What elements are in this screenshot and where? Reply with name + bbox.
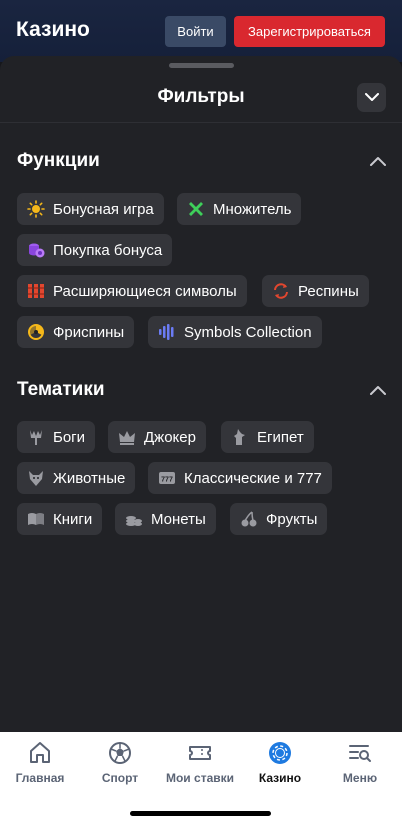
chip-expanding-symbols[interactable]: Расширяющиеся символы (17, 275, 247, 307)
respin-icon (272, 282, 290, 300)
soccer-ball-icon (109, 742, 131, 764)
chip-label: Бонусная игра (53, 200, 154, 218)
coins-bonus-icon (27, 241, 45, 259)
chip-classic-777[interactable]: 777 Классические и 777 (148, 462, 332, 494)
screen: Казино Войти Зарегистрироваться Фильтры … (0, 0, 402, 824)
coins-icon (125, 510, 143, 528)
chip-books[interactable]: Книги (17, 503, 103, 535)
chip-respins[interactable]: Респины (262, 275, 369, 307)
header-divider (0, 122, 402, 123)
ticket-icon (189, 746, 211, 760)
sun-icon (27, 200, 45, 218)
trident-icon (27, 428, 45, 446)
chip-label: Монеты (151, 510, 206, 528)
sheet-collapse-button[interactable] (357, 83, 386, 112)
book-icon (27, 510, 45, 528)
tab-sport[interactable]: Спорт (80, 740, 160, 788)
slot-777-icon: 777 (158, 469, 176, 487)
chevron-up-icon[interactable] (369, 384, 387, 396)
symbols-collection-icon (158, 323, 176, 341)
tab-label: Казино (258, 771, 302, 785)
multiplier-x-icon (187, 200, 205, 218)
casino-chip-icon (269, 742, 291, 764)
chip-label: Животные (53, 469, 126, 487)
chip-label: Множитель (213, 200, 292, 218)
chip-coins[interactable]: Монеты (115, 503, 216, 535)
top-header: Казино Войти Зарегистрироваться (0, 0, 402, 62)
chip-label: Египет (257, 428, 304, 446)
chip-label: Респины (298, 282, 359, 300)
sheet-title: Фильтры (157, 86, 245, 107)
chip-label: Symbols Collection (184, 323, 312, 341)
chip-label: Расширяющиеся символы (53, 282, 237, 300)
wolf-icon (27, 469, 45, 487)
chevron-down-icon (364, 93, 379, 101)
tab-label: Меню (342, 771, 378, 785)
chip-label: Покупка бонуса (53, 241, 163, 259)
tab-casino[interactable]: Казино (240, 740, 320, 788)
anubis-icon (231, 428, 249, 446)
chip-multiplier[interactable]: Множитель (177, 193, 302, 225)
chip-bonus-game[interactable]: Бонусная игра (17, 193, 164, 225)
home-icon (30, 742, 50, 763)
svg-text:777: 777 (161, 477, 173, 484)
chip-label: Фриспины (53, 323, 125, 341)
sheet-grabber[interactable] (169, 63, 234, 68)
page-title: Казино (16, 18, 90, 41)
chip-joker[interactable]: Джокер (108, 421, 206, 453)
chip-symbols-collection[interactable]: Symbols Collection (148, 316, 322, 348)
menu-search-icon (349, 745, 371, 762)
tab-my-bets[interactable]: Мои ставки (160, 740, 240, 788)
tab-home[interactable]: Главная (0, 740, 80, 788)
chip-fruits[interactable]: Фрукты (230, 503, 328, 535)
chip-animals[interactable]: Животные (17, 462, 136, 494)
themes-section-title: Тематики (17, 379, 105, 400)
chevron-up-icon[interactable] (369, 155, 387, 167)
crown-icon (118, 428, 136, 446)
chip-bonus-buy[interactable]: Покупка бонуса (17, 234, 173, 266)
chip-freespins[interactable]: Фриспины (17, 316, 135, 348)
home-indicator (130, 811, 271, 816)
filters-sheet: Фильтры Функции Бонусная игра Множитель … (0, 56, 402, 732)
register-button[interactable]: Зарегистрироваться (234, 16, 385, 47)
chip-label: Джокер (144, 428, 196, 446)
tab-label: Мои ставки (165, 771, 235, 785)
login-button[interactable]: Войти (165, 16, 226, 47)
chip-gods[interactable]: Боги (17, 421, 96, 453)
tab-menu[interactable]: Меню (320, 740, 400, 788)
chip-label: Книги (53, 510, 93, 528)
freespin-icon (27, 323, 45, 341)
tab-label: Главная (15, 771, 65, 785)
tab-label: Спорт (101, 771, 139, 785)
chip-label: Фрукты (266, 510, 318, 528)
chip-label: Классические и 777 (184, 469, 322, 487)
expanding-symbols-icon (27, 282, 45, 300)
functions-section-title: Функции (17, 150, 100, 171)
cherry-icon (240, 510, 258, 528)
chip-egypt[interactable]: Египет (221, 421, 314, 453)
chip-label: Боги (53, 428, 86, 446)
